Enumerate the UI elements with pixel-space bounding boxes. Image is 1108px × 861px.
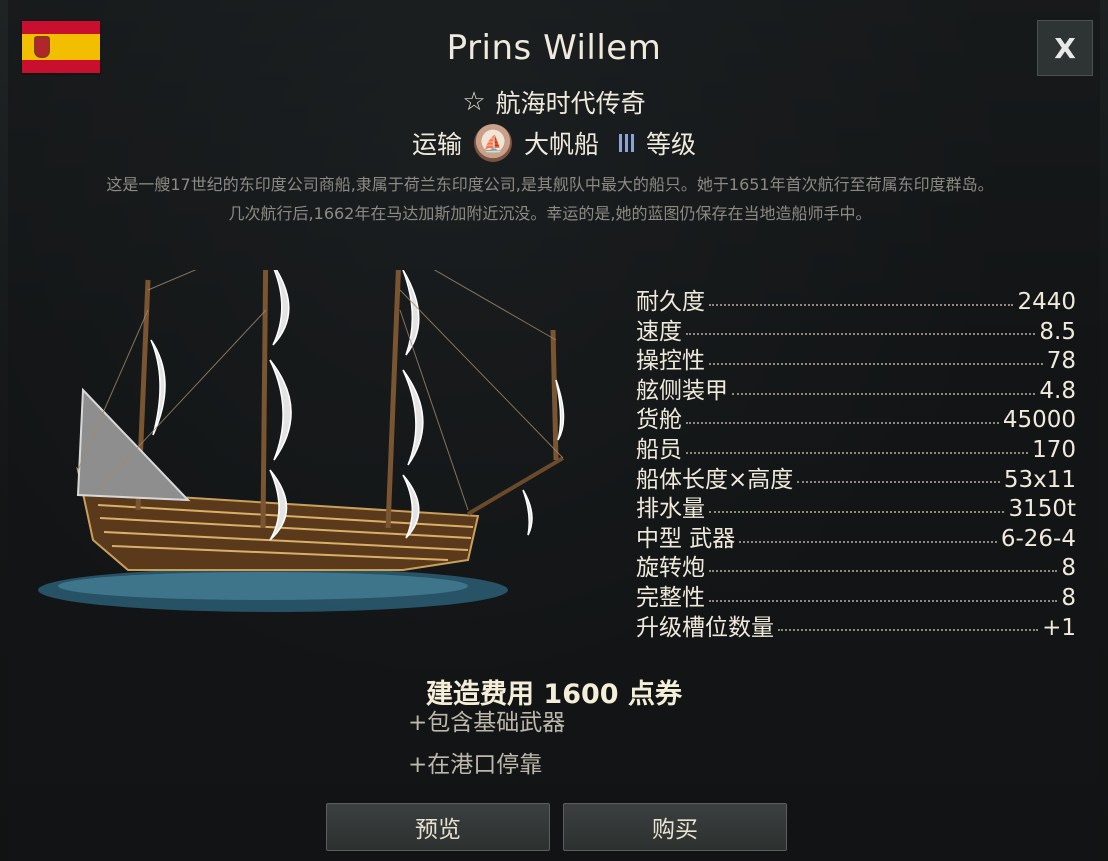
- stat-value: 8.5: [1039, 318, 1076, 345]
- stat-leader-dots: [686, 436, 1029, 454]
- ship-class: 大帆船: [523, 130, 599, 159]
- stat-value: 8: [1061, 584, 1076, 611]
- stat-row: 舷侧装甲 4.8: [636, 371, 1076, 404]
- ship-type: 运输: [411, 130, 462, 159]
- ship-subtitle: 航海时代传奇: [495, 89, 646, 118]
- preview-button[interactable]: 预览: [326, 803, 550, 851]
- stat-leader-dots: [778, 613, 1039, 632]
- stat-row: 操控性 78: [636, 341, 1076, 375]
- stat-value: 45000: [1002, 407, 1076, 434]
- ship-illustration: [38, 270, 565, 612]
- buy-button[interactable]: 购买: [563, 803, 787, 851]
- stat-leader-dots: [686, 406, 999, 425]
- tier-bars-icon: [619, 134, 634, 152]
- stat-value: 6-26-4: [1000, 525, 1076, 552]
- subtitle-row: ☆ 航海时代传奇: [0, 84, 1108, 120]
- stat-row: 升级槽位数量 +1: [636, 608, 1076, 641]
- stat-value: 170: [1032, 436, 1076, 463]
- stat-value: 8: [1061, 555, 1076, 582]
- stat-leader-dots: [709, 554, 1058, 573]
- include-item-docked: +在港口停靠: [408, 752, 543, 778]
- stat-row: 船体长度×高度 53x11: [636, 460, 1076, 493]
- stat-leader-dots: [709, 347, 1043, 365]
- stat-value: 3150t: [1008, 496, 1076, 523]
- stat-leader-dots: [739, 525, 997, 543]
- includes-list: +包含基础武器 +在港口停靠: [408, 702, 565, 786]
- stat-value: 53x11: [1003, 466, 1076, 493]
- stat-leader-dots: [709, 288, 1014, 306]
- stat-row: 耐久度 2440: [636, 282, 1076, 315]
- stat-value: +1: [1042, 614, 1076, 641]
- stat-label: 升级槽位数量: [636, 614, 774, 641]
- rank-label: 等级: [646, 130, 697, 159]
- stat-row: 完整性 8: [636, 578, 1076, 611]
- stat-value: 78: [1046, 348, 1076, 375]
- stat-row: 货舱 45000: [636, 400, 1076, 434]
- ship-description: 这是一艘17世纪的东印度公司商船,隶属于荷兰东印度公司,是其舰队中最大的船只。她…: [106, 175, 994, 223]
- include-item-weapons: +包含基础武器: [408, 710, 566, 736]
- stat-row: 速度 8.5: [636, 312, 1076, 345]
- stat-leader-dots: [797, 465, 1000, 484]
- ship-name: Prins Willem: [446, 28, 662, 68]
- stat-value: 2440: [1017, 289, 1076, 315]
- stat-leader-dots: [709, 584, 1058, 602]
- star-outline-icon[interactable]: ☆: [462, 87, 485, 117]
- stat-row: 中型 武器 6-26-4: [636, 519, 1076, 552]
- stat-leader-dots: [732, 377, 1036, 395]
- stat-value: 4.8: [1039, 377, 1076, 404]
- stat-row: 船员 170: [636, 430, 1076, 463]
- stat-row: 排水量 3150t: [636, 489, 1076, 523]
- stat-leader-dots: [709, 495, 1005, 513]
- stat-row: 旋转炮 8: [636, 548, 1076, 582]
- stats-list: 耐久度 2440 速度 8.5 操控性 78 舷侧装甲 4.8 货舱 45000 船员 170 船体长度…: [636, 282, 1076, 641]
- ship-class-row: 运输 ⛵ 大帆船 等级: [0, 124, 1108, 162]
- galleon-class-icon: ⛵: [473, 124, 512, 162]
- stat-leader-dots: [686, 317, 1036, 336]
